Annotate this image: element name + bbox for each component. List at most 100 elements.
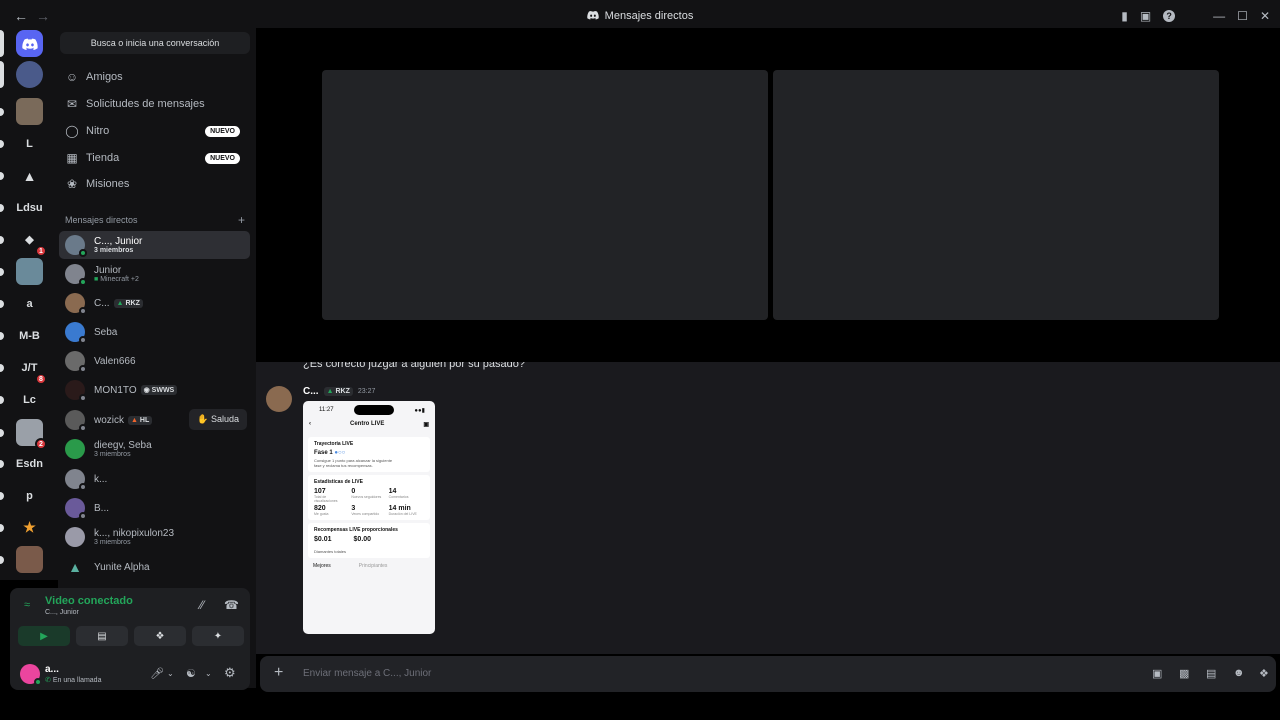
video-grid [256,28,1280,362]
chevron-down-icon[interactable]: ⌄ [167,669,174,678]
maximize-icon[interactable]: ☐ [1237,9,1248,23]
camera-button[interactable]: ▶ [18,626,70,646]
message-input[interactable]: Enviar mensaje a C..., Junior [303,668,431,679]
server-icon[interactable]: Lc [0,386,43,413]
close-icon[interactable]: ✕ [1260,9,1270,23]
avatar [65,322,87,344]
wave-button[interactable]: ✋ Saluda [189,409,247,430]
server-rail: L ▲ Ldsu ◆ 1 a M-B J/T 8 Lc 2 Esdn p ★ [0,28,58,580]
avatar [65,264,87,286]
headphones-icon[interactable]: ☯ [186,667,196,680]
username: a... [45,664,59,675]
window-title: Mensajes directos [604,10,694,22]
dm-item[interactable]: k... [59,465,250,493]
unread-badge: 2 [35,438,47,450]
avatar[interactable] [266,386,292,412]
nav-friends[interactable]: ☺ Amigos [58,65,250,89]
video-tile[interactable] [773,70,1219,320]
selected-pill [0,30,4,57]
image-attachment[interactable]: 11:27 ●●▮ ‹ Centro LIVE ▣ Trayectoria LI… [303,401,435,634]
server-icon[interactable]: a [0,290,43,317]
soundboard-button[interactable]: ✦ [192,626,244,646]
nav-shop[interactable]: ▦ Tienda NUEVO [58,146,250,170]
server-icon[interactable]: Ldsu [0,194,43,221]
connection-signal-icon[interactable]: ≈ [24,599,30,611]
dm-item[interactable]: dieegv, Seba 3 miembros [59,435,250,463]
server-icon[interactable]: Esdn [0,450,43,477]
video-tile[interactable] [322,70,768,320]
dm-item[interactable]: wozick ▲ HL ✋ Saluda [59,406,250,434]
dm-item[interactable]: ▲ Yunite Alpha [59,553,250,581]
server-icon[interactable]: 2 [0,419,47,450]
message-text: ¿Es correcto juzgar a alguien por su pas… [303,362,525,370]
server-icon[interactable] [0,546,43,573]
screen-share-button[interactable]: ▤ [76,626,128,646]
dm-call-avatar[interactable] [0,61,43,88]
search-conversation-button[interactable]: Busca o inicia una conversación [60,32,250,54]
user-status: ✆ En una llamada [45,677,102,684]
avatar [65,380,87,402]
mail-icon: ✉ [66,97,78,111]
dm-item[interactable]: Seba [59,318,250,346]
dm-item[interactable]: MON1TO ◉ SWWS [59,376,250,404]
avatar [65,439,85,459]
noise-suppression-icon[interactable]: ⁄⁄ [200,598,204,612]
bookmark-icon[interactable]: ▮ [1121,9,1128,23]
avatar [65,351,87,373]
microphone-icon[interactable]: 🎤︎ [150,667,164,680]
activities-button[interactable]: ❖ [134,626,186,646]
camera-icon: ▣ [423,422,429,428]
sticker-icon[interactable]: ▤ [1206,667,1216,680]
disconnect-icon[interactable]: ☎ [224,598,239,612]
minimize-icon[interactable]: — [1213,9,1225,23]
forward-arrow-icon[interactable]: → [36,8,50,24]
server-icon[interactable]: ★ [0,514,43,541]
avatar: ▲ [65,557,85,577]
message-timestamp: 23:27 [357,388,376,395]
chevron-down-icon[interactable]: ⌄ [205,669,212,678]
dm-item[interactable]: C... ▲ RKZ [59,289,250,317]
friends-icon: ☺ [65,70,79,84]
game-icon: ■ [94,276,99,283]
message-author[interactable]: C... [303,386,319,397]
quests-icon: ❀ [66,177,78,191]
new-badge: NUEVO [205,152,240,164]
emoji-icon[interactable]: ☻ [1233,667,1245,679]
nav-nitro[interactable]: ◯ Nitro NUEVO [58,119,250,143]
unread-badge: 1 [35,245,47,257]
wave-icon: ✋ [197,414,209,424]
dm-item[interactable]: C..., Junior 3 miembros [59,231,250,259]
server-icon[interactable]: J/T 8 [0,354,47,385]
gift-icon[interactable]: ▣ [1152,667,1162,680]
dm-item[interactable]: k..., nikopixulon23 3 miembros [59,523,250,551]
back-arrow-icon[interactable]: ← [14,8,28,24]
add-dm-icon[interactable]: + [238,214,245,226]
guild-tag: ▲ HL [128,415,153,425]
server-icon[interactable]: ◆ 1 [0,226,47,257]
apps-icon[interactable]: ❖ [1259,667,1269,680]
inbox-icon[interactable]: ▣ [1140,9,1151,23]
nav-quests[interactable]: ❀ Misiones [58,172,250,196]
avatar [65,469,87,491]
server-icon[interactable]: ▲ [0,162,43,189]
settings-gear-icon[interactable]: ⚙ [224,665,236,681]
dm-item[interactable]: Valen666 [59,347,250,375]
help-icon[interactable]: ? [1163,10,1176,22]
avatar [65,410,87,432]
dm-item[interactable]: Junior ■ Minecraft +2 [59,260,250,288]
server-icon[interactable]: L [0,130,43,157]
gif-icon[interactable]: ▩ [1179,667,1189,680]
nav-message-requests[interactable]: ✉ Solicitudes de mensajes [58,92,250,116]
server-icon[interactable] [0,258,43,285]
add-attachment-icon[interactable]: + [274,664,283,682]
avatar[interactable] [20,664,42,686]
unread-badge: 8 [35,373,47,385]
new-badge: NUEVO [205,125,240,137]
server-icon[interactable]: p [0,482,43,509]
dm-item[interactable]: B... [59,494,250,522]
server-icon[interactable]: M-B [0,322,43,349]
server-icon[interactable] [0,98,43,125]
avatar [65,235,87,257]
home-button[interactable] [0,30,43,57]
voice-status[interactable]: Video conectado [45,595,133,607]
